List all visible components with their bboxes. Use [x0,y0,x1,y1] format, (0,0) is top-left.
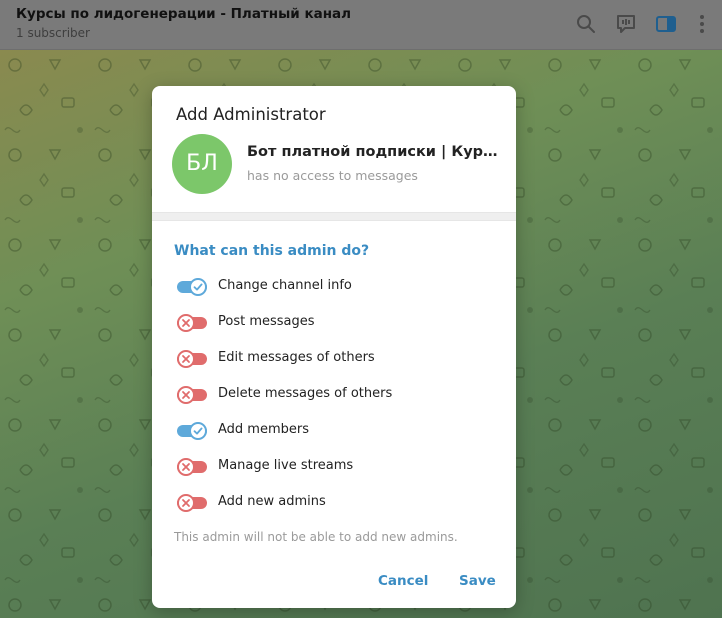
dialog-title: Add Administrator [176,105,326,124]
permission-toggle[interactable] [177,314,207,332]
subscriber-count: 1 subscriber [16,26,90,40]
permission-label: Add members [218,422,309,437]
permission-change-channel-info[interactable]: Change channel info [174,275,504,299]
section-divider [152,212,516,221]
channel-title[interactable]: Курсы по лидогенерации - Платный канал [16,6,351,22]
cross-icon [177,314,195,332]
save-button[interactable]: Save [459,573,496,589]
permission-label: Add new admins [218,494,326,509]
permission-post-messages[interactable]: Post messages [174,311,504,335]
chat-header: Курсы по лидогенерации - Платный канал 1… [0,0,722,50]
permissions-section-title: What can this admin do? [174,243,370,259]
permission-toggle[interactable] [177,350,207,368]
sidebar-toggle-icon[interactable] [654,12,678,36]
permission-add-new-admins[interactable]: Add new admins [174,491,504,515]
permission-label: Manage live streams [218,458,354,473]
bot-avatar[interactable]: БЛ [172,134,232,194]
more-vertical-icon[interactable] [690,12,714,36]
check-icon [189,278,207,296]
permission-label: Delete messages of others [218,386,393,401]
permission-label: Edit messages of others [218,350,375,365]
permission-toggle[interactable] [177,422,207,440]
cross-icon [177,458,195,476]
permission-add-members[interactable]: Add members [174,419,504,443]
cross-icon [177,386,195,404]
permission-toggle[interactable] [177,494,207,512]
permission-toggle[interactable] [177,458,207,476]
cross-icon [177,494,195,512]
check-icon [189,422,207,440]
permission-toggle[interactable] [177,386,207,404]
bot-status: has no access to messages [247,168,418,183]
admin-note: This admin will not be able to add new a… [174,530,458,544]
add-administrator-dialog: Add Administrator БЛ Бот платной подписк… [152,86,516,608]
cancel-button[interactable]: Cancel [378,573,428,589]
permission-edit-messages-of-others[interactable]: Edit messages of others [174,347,504,371]
bot-name: Бот платной подписки | Курс лидогенераци… [247,144,502,160]
search-icon[interactable] [574,12,598,36]
permission-label: Post messages [218,314,315,329]
cross-icon [177,350,195,368]
permission-toggle[interactable] [177,278,207,296]
permission-manage-live-streams[interactable]: Manage live streams [174,455,504,479]
live-stream-icon[interactable] [614,12,638,36]
permission-label: Change channel info [218,278,352,293]
permission-delete-messages-of-others[interactable]: Delete messages of others [174,383,504,407]
